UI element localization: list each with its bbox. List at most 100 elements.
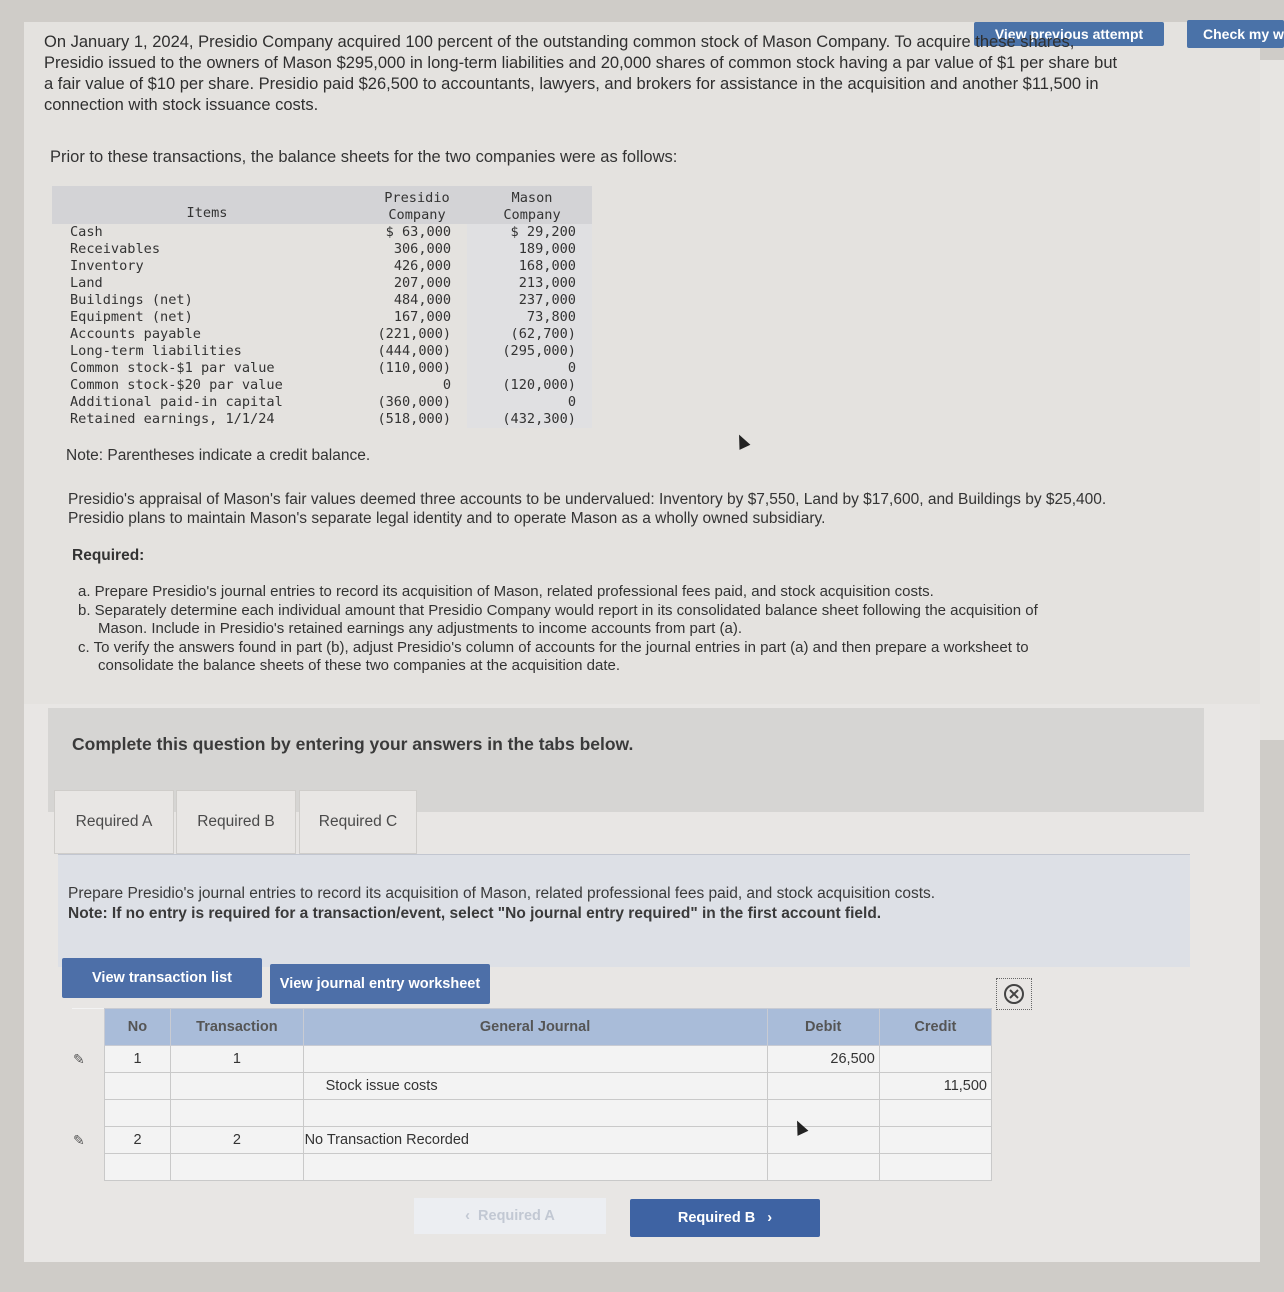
journal-transaction	[170, 1153, 304, 1181]
prior-statement: Prior to these transactions, the balance…	[50, 148, 678, 166]
row-mason-value: (120,000)	[467, 377, 592, 394]
required-list: a. Prepare Presidio's journal entries to…	[78, 583, 1078, 676]
balance-sheet-row: Common stock-$20 par value 0 (120,000)	[52, 377, 592, 394]
required-item-b: b. Separately determine each individual …	[78, 601, 1038, 638]
journal-account[interactable]: No Transaction Recorded	[302, 1126, 768, 1154]
balance-sheet-row: Cash $ 63,000 $ 29,200	[52, 224, 592, 241]
balance-sheet-row: Additional paid-in capital (360,000) 0	[52, 394, 592, 411]
balance-sheet-row: Retained earnings, 1/1/24 (518,000) (432,3…	[52, 411, 592, 428]
journal-transaction	[170, 1072, 304, 1100]
row-presidio-value: 306,000	[393, 241, 452, 257]
problem-intro: On January 1, 2024, Presidio Company acq…	[44, 33, 1118, 114]
balance-sheet-row: Common stock-$1 par value (110,000) 0	[52, 360, 592, 377]
journal-credit[interactable]: 11,500	[878, 1072, 993, 1100]
balance-sheet-table: Items Presidio Company Mason Company Cas…	[52, 186, 592, 428]
header-presidio: Presidio Company	[384, 190, 450, 223]
row-item: Receivables	[70, 241, 161, 257]
complete-prompt: Complete this question by entering your …	[72, 734, 634, 754]
row-presidio-value: (221,000)	[377, 326, 452, 342]
row-mason-value: 237,000	[467, 292, 592, 309]
journal-account[interactable]	[302, 1045, 768, 1073]
row-presidio-value: (518,000)	[377, 411, 452, 427]
chevron-right-icon: ›	[755, 1210, 773, 1226]
journal-no: 1	[103, 1045, 172, 1073]
credit-note: Note: Parentheses indicate a credit bala…	[66, 447, 371, 464]
pencil-icon[interactable]: ✎	[73, 1051, 85, 1067]
journal-debit[interactable]	[766, 1153, 880, 1181]
right-strip	[1260, 60, 1284, 740]
journal-account[interactable]	[302, 1099, 768, 1127]
required-item-c: c. To verify the answers found in part (…	[78, 638, 1029, 675]
row-mason-value: (432,300)	[467, 411, 592, 428]
header-transaction: Transaction	[170, 1008, 304, 1046]
journal-transaction: 2	[170, 1126, 304, 1154]
journal-transaction	[170, 1099, 304, 1127]
journal-credit[interactable]	[878, 1153, 993, 1181]
row-item: Cash	[70, 224, 103, 240]
journal-row	[72, 1153, 993, 1181]
row-mason-value: $ 29,200	[467, 224, 592, 241]
answer-region: Complete this question by entering your …	[24, 704, 1260, 1262]
journal-no: 2	[103, 1126, 172, 1154]
header-general-journal: General Journal	[302, 1008, 768, 1046]
journal-row: ✎ 1 1 26,500	[72, 1045, 993, 1073]
prev-required-a-button[interactable]: ‹ Required A	[414, 1198, 606, 1234]
row-item: Common stock-$20 par value	[70, 377, 283, 393]
tab-required-a[interactable]: Required A	[54, 790, 174, 854]
row-presidio-value: 484,000	[393, 292, 452, 308]
row-mason-value: 0	[467, 360, 592, 377]
header-debit: Debit	[766, 1008, 880, 1046]
journal-no	[103, 1099, 172, 1127]
journal-credit[interactable]	[878, 1126, 993, 1154]
header-items: Items	[186, 205, 228, 221]
row-item: Buildings (net)	[70, 292, 193, 308]
balance-sheet-row: Long-term liabilities (444,000) (295,000)	[52, 343, 592, 360]
row-mason-value: 0	[467, 394, 592, 411]
instruction-box: Prepare Presidio's journal entries to re…	[58, 854, 1190, 967]
balance-sheet-row: Equipment (net) 167,000 73,800	[52, 309, 592, 326]
journal-row: ✎ 2 2 No Transaction Recorded	[72, 1126, 993, 1154]
row-presidio-value: 0	[442, 377, 452, 393]
row-presidio-value: 207,000	[393, 275, 452, 291]
balance-sheet-row: Buildings (net) 484,000 237,000	[52, 292, 592, 309]
row-item: Long-term liabilities	[70, 343, 242, 359]
balance-sheet-row: Inventory 426,000 168,000	[52, 258, 592, 275]
header-no: No	[103, 1008, 172, 1046]
row-item: Inventory	[70, 258, 144, 274]
journal-debit[interactable]	[766, 1126, 880, 1154]
journal-credit[interactable]	[878, 1045, 993, 1073]
check-my-work-button[interactable]: Check my w	[1187, 20, 1284, 48]
instruction-text: Prepare Presidio's journal entries to re…	[68, 885, 936, 902]
appraisal-text: Presidio's appraisal of Mason's fair val…	[68, 491, 1107, 527]
page: View previous attempt On January 1, 2024…	[24, 22, 1260, 1262]
journal-table: No Transaction General Journal Debit Cre…	[72, 1008, 993, 1181]
header-credit: Credit	[878, 1008, 993, 1046]
required-title: Required:	[72, 547, 145, 564]
journal-debit[interactable]	[766, 1099, 880, 1127]
row-mason-value: 73,800	[467, 309, 592, 326]
row-presidio-value: 426,000	[393, 258, 452, 274]
view-transaction-list-button[interactable]: View transaction list	[62, 958, 262, 998]
view-journal-entry-worksheet-button[interactable]: View journal entry worksheet	[270, 964, 490, 1004]
close-icon[interactable]	[996, 978, 1032, 1010]
journal-no	[103, 1072, 172, 1100]
journal-transaction: 1	[170, 1045, 304, 1073]
next-required-b-button[interactable]: Required B ›	[630, 1199, 820, 1237]
row-mason-value: (295,000)	[467, 343, 592, 360]
problem-region: View previous attempt On January 1, 2024…	[24, 22, 1260, 704]
row-presidio-value: 167,000	[393, 309, 452, 325]
pencil-icon[interactable]: ✎	[73, 1132, 85, 1148]
header-mason: Mason Company	[503, 190, 561, 223]
balance-sheet-header: Items Presidio Company Mason Company	[52, 186, 592, 224]
journal-credit[interactable]	[878, 1099, 993, 1127]
journal-account[interactable]	[302, 1153, 768, 1181]
journal-debit[interactable]: 26,500	[766, 1045, 880, 1073]
journal-debit[interactable]	[766, 1072, 880, 1100]
tab-required-c[interactable]: Required C	[299, 790, 417, 854]
row-mason-value: 168,000	[467, 258, 592, 275]
row-item: Accounts payable	[70, 326, 201, 342]
tab-required-b[interactable]: Required B	[176, 790, 296, 854]
row-presidio-value: (360,000)	[377, 394, 452, 410]
journal-account[interactable]: Stock issue costs	[302, 1072, 768, 1100]
row-mason-value: (62,700)	[467, 326, 592, 343]
